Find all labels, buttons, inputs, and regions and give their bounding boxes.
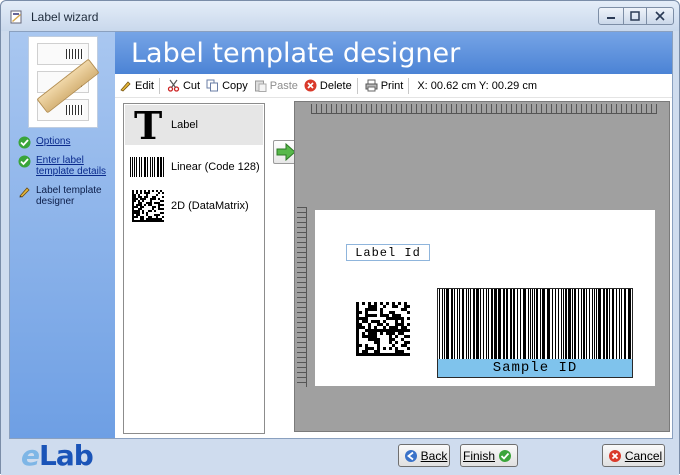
scissors-icon [167,79,180,92]
page-title: Label template designer [131,38,461,69]
pencil-icon [120,81,131,92]
delete-button[interactable]: Delete [304,79,352,92]
delete-icon [304,79,317,92]
maximize-button[interactable] [623,7,647,25]
check-circle-icon [18,155,31,168]
close-button[interactable] [646,7,674,25]
thumbnail-label [37,43,89,65]
paste-label: Paste [269,79,298,92]
check-circle-icon [499,449,511,462]
tool-linear-barcode[interactable]: Linear (Code 128) [125,147,263,187]
toolbar-divider [408,77,410,94]
window-title: Label wizard [31,10,99,24]
cursor-coordinates: X: 00.62 cm Y: 00.29 cm [417,79,537,92]
toolbar-divider [158,77,160,94]
arrow-right-icon [276,143,296,161]
back-arrow-icon [404,449,417,462]
designer-toolbar: Edit Cut Copy Paste Delete Print X: 00.6… [115,74,672,98]
minimize-icon [607,17,615,19]
toolbar-divider [356,77,358,94]
copy-icon [206,79,219,92]
delete-label: Delete [319,79,352,92]
label-text-element[interactable]: Label Id [346,244,430,261]
datamatrix-element[interactable] [356,302,410,356]
step-template-details[interactable]: Enter label template details [16,155,112,177]
datamatrix-icon [129,187,167,225]
cut-button[interactable]: Cut [167,79,200,92]
copy-label: Copy [222,79,248,92]
title-bar[interactable]: Label wizard [1,1,679,31]
label-wizard-window: Label wizard Options Enter label templat… [0,0,680,475]
step-template-designer: Label template designer [16,185,112,207]
svg-text:T: T [134,107,162,143]
check-circle-icon [18,136,31,149]
step-options[interactable]: Options [16,136,112,149]
back-label: Back [420,448,448,463]
barcode-human-readable-text: Sample ID [438,359,632,377]
text-T-icon: T [129,106,167,144]
maximize-icon [630,11,640,21]
edit-button[interactable]: Edit [119,79,154,92]
edit-label: Edit [135,79,154,92]
print-label: Print [380,79,404,92]
barcode-element[interactable]: Sample ID [437,288,633,378]
paste-icon [254,80,267,92]
label-sheet-thumbnail [28,36,100,128]
barcode-icon [129,148,167,186]
step-template-details-link[interactable]: Enter label template details [36,155,106,177]
wizard-footer: eLab Back Finish Cancel [1,439,679,475]
horizontal-ruler [311,104,657,114]
back-button[interactable]: Back [398,444,450,467]
close-icon [655,11,665,21]
wizard-app-icon [10,10,22,24]
page-header: Label template designer [115,32,672,74]
element-toolbox: T Label Linear (Code 128) 2D (DataMatrix… [123,103,265,434]
cancel-button[interactable]: Cancel [602,444,665,467]
cancel-label: Cancel [624,448,663,463]
minimize-button[interactable] [598,7,624,25]
tool-label[interactable]: T Label [125,105,263,145]
tool-label-text: Label [171,119,198,131]
tool-2d-datamatrix-text: 2D (DataMatrix) [171,200,249,212]
vertical-ruler [297,207,307,387]
finish-button[interactable]: Finish [460,444,518,467]
paste-button[interactable]: Paste [254,79,298,92]
finish-label: Finish [462,448,495,463]
wizard-sidebar: Options Enter label template details Lab… [10,32,115,438]
tool-2d-datamatrix[interactable]: 2D (DataMatrix) [125,186,263,226]
wizard-steps: Options Enter label template details Lab… [16,136,112,215]
print-button[interactable]: Print [365,79,404,92]
step-template-designer-label: Label template designer [36,185,102,207]
elab-logo: eLab [21,439,94,472]
tool-linear-barcode-text: Linear (Code 128) [171,161,260,173]
label-preview[interactable]: Label Id Sample ID [315,210,655,386]
cancel-icon [608,449,621,462]
design-canvas[interactable]: Label Id Sample ID [294,101,670,432]
cut-label: Cut [182,79,201,92]
pencil-icon [19,187,30,198]
copy-button[interactable]: Copy [206,79,248,92]
printer-icon [365,79,378,92]
step-options-link[interactable]: Options [36,136,70,147]
wizard-body: Options Enter label template details Lab… [9,31,673,439]
